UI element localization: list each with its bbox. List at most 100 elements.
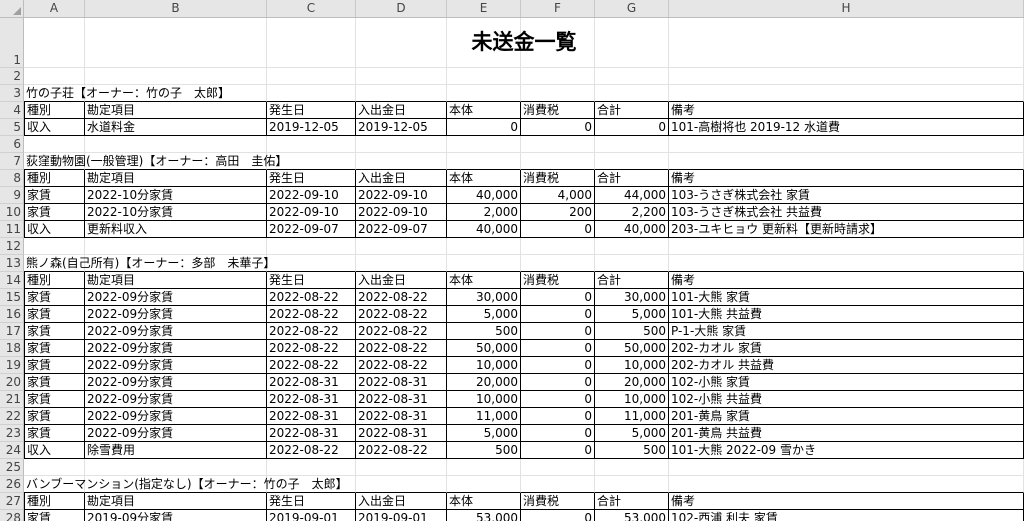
table-header-cell[interactable]: 消費税 [521, 102, 595, 119]
table-cell[interactable]: 2022-08-31 [267, 391, 356, 408]
table-cell[interactable]: 5,000 [595, 425, 669, 442]
table-header-cell[interactable]: 消費税 [521, 170, 595, 187]
cell[interactable] [669, 136, 1024, 153]
table-cell[interactable]: 5,000 [447, 306, 521, 323]
table-cell[interactable]: 0 [521, 374, 595, 391]
row-header-10[interactable]: 10 [0, 204, 24, 221]
table-header-cell[interactable]: 発生日 [267, 493, 356, 510]
table-cell[interactable]: 2022-08-22 [267, 306, 356, 323]
cell[interactable] [267, 238, 356, 255]
cell[interactable] [669, 255, 1024, 272]
cell[interactable] [447, 238, 521, 255]
table-header-cell[interactable]: 本体 [447, 493, 521, 510]
table-cell[interactable]: 53,000 [447, 510, 521, 521]
row-header-8[interactable]: 8 [0, 170, 24, 187]
table-cell[interactable]: 収入 [24, 442, 85, 459]
row-header-3[interactable]: 3 [0, 85, 24, 102]
table-cell[interactable]: 0 [521, 323, 595, 340]
cell[interactable] [447, 459, 521, 476]
table-header-cell[interactable]: 発生日 [267, 102, 356, 119]
table-cell[interactable]: 0 [521, 119, 595, 136]
table-header-cell[interactable]: 種別 [24, 102, 85, 119]
table-header-cell[interactable]: 入出金日 [356, 272, 447, 289]
cell[interactable] [595, 476, 669, 493]
table-cell[interactable]: 2022-08-31 [267, 374, 356, 391]
cell[interactable] [669, 476, 1024, 493]
table-cell[interactable]: 40,000 [447, 221, 521, 238]
table-cell[interactable]: 20,000 [595, 374, 669, 391]
table-cell[interactable]: 0 [521, 306, 595, 323]
cell[interactable] [521, 68, 595, 85]
cell[interactable] [85, 459, 267, 476]
table-cell[interactable]: 2019-09-01 [356, 510, 447, 521]
table-cell[interactable]: 家賃 [24, 391, 85, 408]
cell[interactable] [267, 85, 356, 102]
table-cell[interactable]: 家賃 [24, 204, 85, 221]
table-cell[interactable]: 101-大熊 2022-09 雪かき [669, 442, 1024, 459]
table-header-cell[interactable]: 備考 [669, 493, 1024, 510]
row-header-25[interactable]: 25 [0, 459, 24, 476]
table-header-cell[interactable]: 入出金日 [356, 102, 447, 119]
cell[interactable] [521, 136, 595, 153]
table-cell[interactable]: 102-小熊 家賃 [669, 374, 1024, 391]
cell[interactable] [447, 85, 521, 102]
table-cell[interactable]: 家賃 [24, 306, 85, 323]
table-header-cell[interactable]: 種別 [24, 493, 85, 510]
table-cell[interactable]: 500 [595, 323, 669, 340]
table-cell[interactable]: 103-うさぎ株式会社 共益費 [669, 204, 1024, 221]
table-cell[interactable]: 2022-08-22 [267, 340, 356, 357]
table-cell[interactable]: 2019-09分家賃 [85, 510, 267, 521]
cell[interactable] [356, 476, 447, 493]
table-cell[interactable]: 2022-09-10 [356, 204, 447, 221]
cell[interactable] [595, 238, 669, 255]
table-header-cell[interactable]: 合計 [595, 170, 669, 187]
cell[interactable] [595, 459, 669, 476]
table-cell[interactable]: 2022-09分家賃 [85, 357, 267, 374]
column-header-a[interactable]: A [24, 0, 85, 17]
cell[interactable] [595, 136, 669, 153]
cell[interactable] [521, 255, 595, 272]
table-cell[interactable]: 2022-09-10 [267, 187, 356, 204]
cell[interactable] [447, 68, 521, 85]
table-cell[interactable]: 44,000 [595, 187, 669, 204]
table-cell[interactable]: 40,000 [447, 187, 521, 204]
table-header-cell[interactable]: 入出金日 [356, 170, 447, 187]
cell[interactable] [595, 68, 669, 85]
table-cell[interactable]: 2022-08-22 [356, 289, 447, 306]
row-header-14[interactable]: 14 [0, 272, 24, 289]
table-cell[interactable]: 2022-09分家賃 [85, 323, 267, 340]
table-cell[interactable]: 家賃 [24, 408, 85, 425]
row-header-27[interactable]: 27 [0, 493, 24, 510]
table-cell[interactable]: 203-ユキヒョウ 更新料【更新時請求】 [669, 221, 1024, 238]
row-header-7[interactable]: 7 [0, 153, 24, 170]
cell[interactable] [521, 476, 595, 493]
cell[interactable] [595, 255, 669, 272]
row-header-23[interactable]: 23 [0, 425, 24, 442]
cell[interactable] [447, 136, 521, 153]
row-header-17[interactable]: 17 [0, 323, 24, 340]
cell[interactable] [356, 68, 447, 85]
table-header-cell[interactable]: 発生日 [267, 170, 356, 187]
table-cell[interactable]: 2022-09分家賃 [85, 289, 267, 306]
table-cell[interactable]: 2022-08-31 [356, 374, 447, 391]
cell[interactable] [356, 459, 447, 476]
table-cell[interactable]: 家賃 [24, 187, 85, 204]
table-cell[interactable]: 5,000 [595, 306, 669, 323]
table-header-cell[interactable]: 合計 [595, 102, 669, 119]
table-cell[interactable]: 2022-08-22 [267, 442, 356, 459]
row-header-11[interactable]: 11 [0, 221, 24, 238]
table-cell[interactable]: 2022-09-07 [356, 221, 447, 238]
table-cell[interactable]: 201-黄鳥 家賃 [669, 408, 1024, 425]
cell[interactable] [267, 136, 356, 153]
table-cell[interactable]: 40,000 [595, 221, 669, 238]
table-cell[interactable]: 10,000 [447, 391, 521, 408]
table-cell[interactable]: 2022-08-22 [356, 340, 447, 357]
row-header-9[interactable]: 9 [0, 187, 24, 204]
table-cell[interactable]: 11,000 [447, 408, 521, 425]
cell[interactable] [447, 153, 521, 170]
table-cell[interactable]: 0 [447, 119, 521, 136]
cell[interactable] [356, 153, 447, 170]
table-cell[interactable]: 101-大熊 家賃 [669, 289, 1024, 306]
table-cell[interactable]: 2022-09分家賃 [85, 425, 267, 442]
table-cell[interactable]: 2022-10分家賃 [85, 204, 267, 221]
